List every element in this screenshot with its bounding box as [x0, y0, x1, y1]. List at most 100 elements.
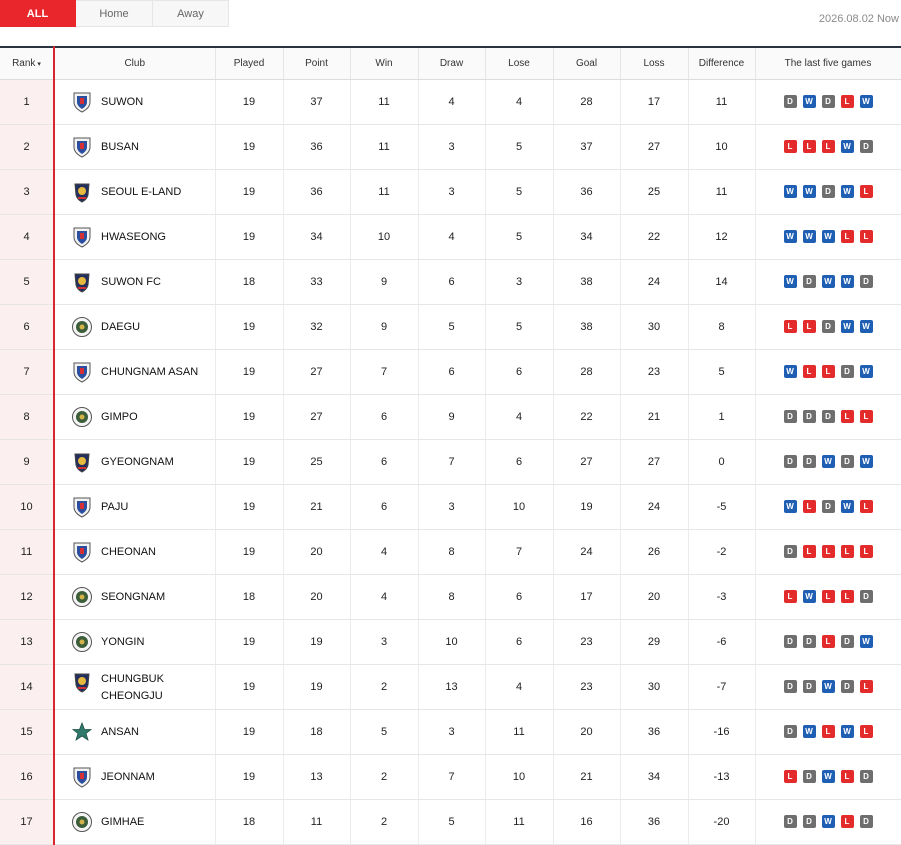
club-cell[interactable]: HWASEONG [54, 214, 216, 260]
table-row[interactable]: 2 BUSAN 19 36 11 3 5 37 27 10 L L L W D [0, 124, 901, 170]
table-row[interactable]: 17 GIMHAE 18 11 2 5 11 16 36 -20 D D W L D [0, 799, 901, 845]
club-cell[interactable]: ANSAN [54, 709, 216, 755]
lose-cell: 3 [485, 259, 554, 305]
result-badge: W [859, 365, 873, 378]
club-link[interactable]: SEOUL E-LAND [71, 181, 215, 203]
draw-cell: 4 [418, 79, 486, 125]
table-row[interactable]: 6 DAEGU 19 32 9 5 5 38 30 8 L L D W W [0, 304, 901, 350]
table-row[interactable]: 3 SEOUL E-LAND 19 36 11 3 5 36 25 11 W W D W L [0, 169, 901, 215]
club-link[interactable]: PAJU [71, 496, 215, 518]
club-link[interactable]: SUWON FC [71, 271, 215, 293]
club-cell[interactable]: SEOUL E-LAND [54, 169, 216, 215]
rank-cell: 6 [0, 304, 55, 350]
result-badge: L [859, 725, 873, 738]
rank-cell: 12 [0, 574, 55, 620]
club-link[interactable]: GIMPO [71, 406, 215, 428]
win-cell: 5 [350, 709, 419, 755]
table-row[interactable]: 5 SUWON FC 18 33 9 6 3 38 24 14 W D W W D [0, 259, 901, 305]
result-badge: D [821, 320, 835, 333]
draw-cell: 3 [418, 169, 486, 215]
rank-cell: 2 [0, 124, 55, 170]
club-cell[interactable]: CHUNGBUK CHEONGJU [54, 664, 216, 710]
result-badge: L [802, 320, 816, 333]
club-cell[interactable]: SUWON FC [54, 259, 216, 305]
table-row[interactable]: 13 YONGIN 19 19 3 10 6 23 29 -6 D D L D W [0, 619, 901, 665]
club-cell[interactable]: BUSAN [54, 124, 216, 170]
played-cell: 19 [215, 79, 284, 125]
club-cell[interactable]: YONGIN [54, 619, 216, 665]
table-row[interactable]: 15 ANSAN 19 18 5 3 11 20 36 -16 D W L W L [0, 709, 901, 755]
diff-cell: 11 [688, 79, 756, 125]
last-five-cell: WLDWL [755, 484, 901, 530]
club-cell[interactable]: CHUNGNAM ASAN [54, 349, 216, 395]
table-row[interactable]: 11 CHEONAN 19 20 4 8 7 24 26 -2 D L L L L [0, 529, 901, 575]
club-link[interactable]: CHEONAN [71, 541, 215, 563]
club-cell[interactable]: GYEONGNAM [54, 439, 216, 485]
played-cell: 18 [215, 259, 284, 305]
loss-cell: 29 [620, 619, 689, 665]
result-badge: D [859, 815, 873, 828]
rank-cell: 4 [0, 214, 55, 260]
played-header: Played [215, 46, 284, 80]
win-cell: 9 [350, 259, 419, 305]
club-cell[interactable]: PAJU [54, 484, 216, 530]
club-link[interactable]: DAEGU [71, 316, 215, 338]
played-cell: 19 [215, 394, 284, 440]
last-five-games-header: The last five games [755, 46, 901, 80]
table-row[interactable]: 7 CHUNGNAM ASAN 19 27 7 6 6 28 23 5 W L L D W [0, 349, 901, 395]
goal-cell: 28 [553, 79, 621, 125]
club-cell[interactable]: SUWON [54, 79, 216, 125]
goal-cell: 23 [553, 619, 621, 665]
last-five-cell: WWDWL [755, 169, 901, 215]
club-link[interactable]: GYEONGNAM [71, 451, 215, 473]
club-cell[interactable]: DAEGU [54, 304, 216, 350]
result-badge: L [840, 590, 854, 603]
point-cell: 34 [283, 214, 351, 260]
club-link[interactable]: JEONNAM [71, 766, 215, 788]
last-five-cell: LDWLD [755, 754, 901, 800]
goal-cell: 21 [553, 754, 621, 800]
loss-cell: 26 [620, 529, 689, 575]
tab-home[interactable]: Home [76, 0, 153, 27]
club-link[interactable]: SUWON [71, 91, 215, 113]
club-cell[interactable]: CHEONAN [54, 529, 216, 575]
rank-cell: 8 [0, 394, 55, 440]
table-row[interactable]: 1 SUWON 19 37 11 4 4 28 17 11 D W D L W [0, 79, 901, 125]
club-link[interactable]: SEONGNAM [71, 586, 215, 608]
club-link[interactable]: HWASEONG [71, 226, 215, 248]
table-row[interactable]: 9 GYEONGNAM 19 25 6 7 6 27 27 0 D D W D W [0, 439, 901, 485]
table-row[interactable]: 12 SEONGNAM 18 20 4 8 6 17 20 -3 L W L L D [0, 574, 901, 620]
club-link[interactable]: ANSAN [71, 721, 215, 743]
result-badge: D [802, 275, 816, 288]
club-crest-icon [71, 811, 93, 833]
club-link[interactable]: GIMHAE [71, 811, 215, 833]
sort-arrow-icon: ▾ [37, 60, 41, 68]
table-row[interactable]: 8 GIMPO 19 27 6 9 4 22 21 1 D D D L L [0, 394, 901, 440]
table-row[interactable]: 14 CHUNGBUK CHEONGJU 19 19 2 13 4 23 30 -7 D D W D L [0, 664, 901, 710]
club-cell[interactable]: JEONNAM [54, 754, 216, 800]
result-badge: L [802, 545, 816, 558]
result-badge: L [821, 725, 835, 738]
club-cell[interactable]: GIMHAE [54, 799, 216, 845]
club-link[interactable]: BUSAN [71, 136, 215, 158]
draw-cell: 9 [418, 394, 486, 440]
tab-all[interactable]: ALL [0, 0, 76, 27]
win-cell: 6 [350, 394, 419, 440]
club-link[interactable]: CHUNGBUK CHEONGJU [71, 669, 215, 705]
club-cell[interactable]: GIMPO [54, 394, 216, 440]
win-cell: 2 [350, 664, 419, 710]
table-row[interactable]: 10 PAJU 19 21 6 3 10 19 24 -5 W L D W L [0, 484, 901, 530]
club-link[interactable]: YONGIN [71, 631, 215, 653]
tab-away[interactable]: Away [153, 0, 229, 27]
point-cell: 32 [283, 304, 351, 350]
club-cell[interactable]: SEONGNAM [54, 574, 216, 620]
draw-cell: 10 [418, 619, 486, 665]
goal-cell: 34 [553, 214, 621, 260]
table-row[interactable]: 4 HWASEONG 19 34 10 4 5 34 22 12 W W W L L [0, 214, 901, 260]
point-header: Point [283, 46, 351, 80]
club-link[interactable]: CHUNGNAM ASAN [71, 361, 215, 383]
table-row[interactable]: 16 JEONNAM 19 13 2 7 10 21 34 -13 L D W L D [0, 754, 901, 800]
rank-header[interactable]: Rank ▾ [0, 46, 55, 80]
played-cell: 19 [215, 124, 284, 170]
lose-cell: 10 [485, 484, 554, 530]
